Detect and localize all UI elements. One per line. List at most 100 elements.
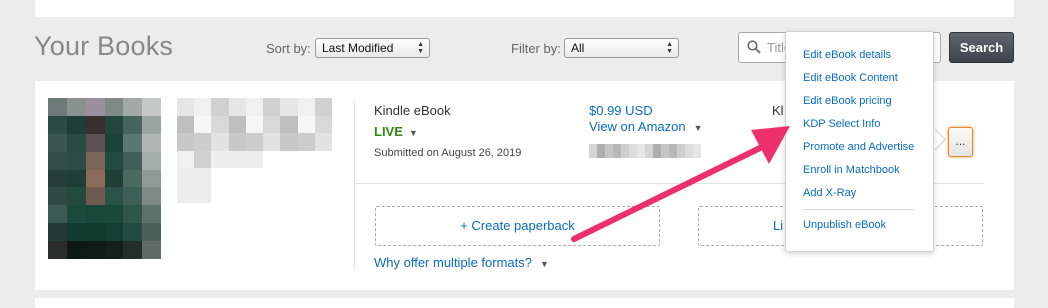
title-pixel: [280, 98, 298, 116]
menu-item-unpublish[interactable]: Unpublish eBook: [803, 219, 886, 231]
title-pixel: [177, 168, 195, 186]
cover-pixel: [66, 169, 86, 188]
title-pixel: [194, 168, 212, 186]
title-pixel: [297, 98, 315, 116]
cover-pixel: [66, 241, 86, 259]
sort-select[interactable]: Last Modified ▲ ▼: [315, 38, 430, 58]
title-pixel: [228, 133, 246, 151]
sort-select-value: Last Modified: [322, 41, 394, 55]
cover-pixel: [104, 223, 124, 242]
cover-pixel: [123, 115, 143, 134]
select-arrows-icon: ▲ ▼: [666, 41, 673, 55]
cover-pixel: [123, 169, 143, 188]
status-dropdown[interactable]: LIVE ▼: [374, 124, 418, 139]
view-on-amazon-link: View on Amazon: [589, 119, 686, 134]
asin-pixel: [597, 144, 605, 158]
title-pixel: [280, 185, 298, 203]
status-badge: LIVE: [374, 124, 403, 139]
cover-pixel: [123, 205, 143, 224]
title-pixel: [194, 115, 212, 133]
cover-pixel: [142, 223, 161, 242]
asin-pixel: [669, 144, 677, 158]
menu-item-kdp-select[interactable]: KDP Select Info: [803, 118, 880, 130]
title-pixel: [245, 98, 264, 116]
cover-pixel: [48, 169, 67, 188]
filter-select[interactable]: All ▲ ▼: [564, 38, 679, 58]
price-link[interactable]: $0.99 USD: [589, 103, 653, 118]
asin-pixel: [693, 144, 701, 158]
title-pixel: [263, 98, 281, 116]
cover-pixel: [85, 151, 105, 170]
create-paperback-button[interactable]: + Create paperback: [375, 206, 660, 246]
cover-pixel: [85, 223, 105, 242]
caret-down-icon: ▼: [539, 259, 549, 269]
cover-pixel: [123, 151, 143, 170]
filter-select-value: All: [571, 41, 585, 55]
caret-down-icon: ▼: [693, 123, 703, 133]
title-pixel: [280, 115, 298, 133]
asin-pixel: [605, 144, 613, 158]
cover-pixel: [142, 205, 161, 224]
more-actions-button[interactable]: ...: [948, 127, 973, 157]
submitted-date: Submitted on August 26, 2019: [374, 147, 522, 159]
asin-pixel: [589, 144, 597, 158]
cover-pixel: [66, 133, 86, 152]
title-pixel: [245, 185, 264, 203]
search-button[interactable]: Search: [949, 32, 1014, 63]
sort-label: Sort by:: [266, 41, 311, 56]
cover-pixel: [48, 241, 67, 259]
title-pixel: [228, 98, 246, 116]
cover-pixel: [123, 241, 143, 259]
title-pixel: [245, 133, 264, 151]
menu-item-matchbook[interactable]: Enroll in Matchbook: [803, 164, 900, 176]
menu-item-promote[interactable]: Promote and Advertise: [803, 141, 914, 153]
title-pixel: [297, 115, 315, 133]
menu-item-xray[interactable]: Add X-Ray: [803, 187, 856, 199]
menu-item-edit-content[interactable]: Edit eBook Content: [803, 72, 898, 84]
cover-pixel: [85, 98, 105, 116]
actions-menu: Edit eBook details Edit eBook Content Ed…: [785, 31, 934, 252]
title-pixel: [297, 133, 315, 151]
book-title-pixelated[interactable]: [177, 98, 332, 203]
title-pixel: [228, 168, 246, 186]
asin-pixelated: [589, 144, 701, 158]
cover-pixel: [104, 169, 124, 188]
title-pixel: [263, 115, 281, 133]
cover-pixel: [123, 98, 143, 116]
format-label: Kindle eBook: [374, 103, 451, 118]
asin-pixel: [621, 144, 629, 158]
asin-pixel: [645, 144, 653, 158]
cover-pixel: [66, 98, 86, 116]
title-pixel: [211, 115, 229, 133]
cover-pixel: [85, 205, 105, 224]
title-pixel: [297, 150, 315, 168]
title-pixel: [297, 185, 315, 203]
title-pixel: [280, 150, 298, 168]
title-pixel: [245, 150, 264, 168]
cover-pixel: [48, 187, 67, 206]
cover-pixel: [104, 187, 124, 206]
menu-item-edit-pricing[interactable]: Edit eBook pricing: [803, 95, 892, 107]
filter-label: Filter by:: [511, 41, 561, 56]
cover-pixel: [66, 115, 86, 134]
book-cover-image[interactable]: [48, 98, 161, 259]
title-pixel: [228, 185, 246, 203]
cover-pixel: [48, 205, 67, 224]
menu-item-edit-details[interactable]: Edit eBook details: [803, 49, 891, 61]
title-pixel: [314, 168, 332, 186]
title-pixel: [177, 150, 195, 168]
title-pixel: [177, 98, 195, 116]
title-pixel: [177, 133, 195, 151]
cover-pixel: [48, 151, 67, 170]
why-formats-dropdown[interactable]: Why offer multiple formats? ▼: [374, 255, 549, 270]
title-pixel: [280, 168, 298, 186]
title-pixel: [263, 150, 281, 168]
cover-pixel: [66, 223, 86, 242]
title-pixel: [314, 115, 332, 133]
view-on-amazon-dropdown[interactable]: View on Amazon ▼: [589, 119, 703, 134]
title-pixel: [211, 185, 229, 203]
cover-pixel: [85, 187, 105, 206]
asin-pixel: [677, 144, 685, 158]
cover-pixel: [123, 133, 143, 152]
cover-pixel: [104, 241, 124, 259]
